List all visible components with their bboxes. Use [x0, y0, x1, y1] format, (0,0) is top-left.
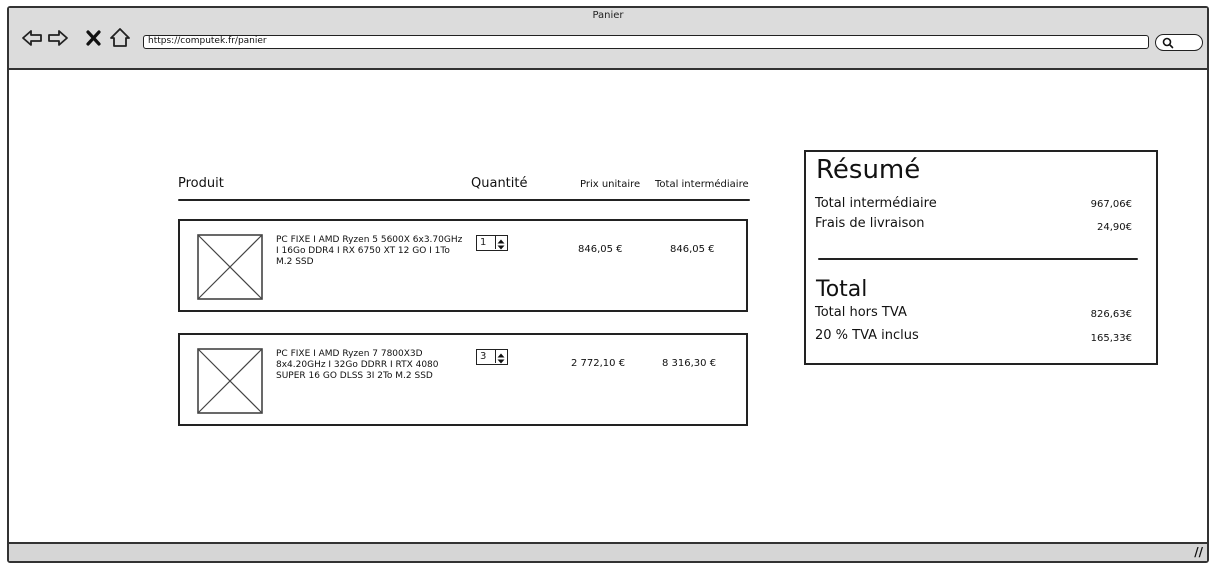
- column-header-product: Produit: [178, 176, 224, 191]
- quantity-value[interactable]: 1: [480, 237, 486, 249]
- back-arrow-icon[interactable]: [21, 27, 43, 49]
- product-image-placeholder: [197, 234, 263, 300]
- summary-heading: Résumé: [816, 155, 921, 185]
- cart-item: PC FIXE I AMD Ryzen 7 7800X3D 8x4.20GHz …: [178, 333, 748, 426]
- quantity-value[interactable]: 3: [480, 351, 486, 363]
- cart-item: PC FIXE I AMD Ryzen 5 5600X 6x3.70GHz I …: [178, 219, 748, 312]
- search-icon: [1162, 37, 1174, 49]
- product-name[interactable]: PC FIXE I AMD Ryzen 7 7800X3D 8x4.20GHz …: [276, 349, 466, 382]
- line-subtotal: 8 316,30 €: [662, 358, 717, 369]
- total-heading: Total: [816, 277, 868, 302]
- unit-price: 846,05 €: [578, 244, 623, 255]
- quantity-stepper[interactable]: 1: [476, 235, 508, 251]
- column-header-quantity: Quantité: [471, 176, 528, 191]
- search-button[interactable]: [1155, 34, 1203, 51]
- status-bar: //: [9, 542, 1207, 561]
- unit-price: 2 772,10 €: [571, 358, 626, 369]
- product-name[interactable]: PC FIXE I AMD Ryzen 5 5600X 6x3.70GHz I …: [276, 235, 466, 268]
- vat-label: 20 % TVA inclus: [815, 328, 919, 343]
- summary-subtotal-label: Total intermédiaire: [815, 196, 937, 211]
- home-icon[interactable]: [109, 27, 131, 49]
- header-divider: [178, 199, 750, 201]
- total-excl-vat-value: 826,63€: [1090, 309, 1132, 320]
- line-subtotal: 846,05 €: [670, 244, 715, 255]
- vat-value: 165,33€: [1090, 333, 1132, 344]
- summary-subtotal-value: 967,06€: [1090, 199, 1132, 210]
- summary-divider: [818, 258, 1138, 260]
- resize-grip-icon[interactable]: //: [1194, 545, 1203, 559]
- spinner-arrows-icon[interactable]: [495, 236, 507, 250]
- total-excl-vat-label: Total hors TVA: [815, 305, 907, 320]
- shipping-label: Frais de livraison: [815, 216, 925, 231]
- browser-window: Panier https://computek.fr/panier Produi…: [7, 6, 1209, 563]
- forward-arrow-icon[interactable]: [47, 27, 69, 49]
- shipping-value: 24,90€: [1097, 222, 1132, 233]
- quantity-stepper[interactable]: 3: [476, 349, 508, 365]
- address-bar[interactable]: https://computek.fr/panier: [143, 35, 1149, 49]
- order-summary-panel: Résumé Total intermédiaire 967,06€ Frais…: [804, 150, 1158, 365]
- title-bar: Panier https://computek.fr/panier: [9, 8, 1207, 70]
- spinner-arrows-icon[interactable]: [495, 350, 507, 364]
- product-image-placeholder: [197, 348, 263, 414]
- column-header-subtotal: Total intermédiaire: [655, 179, 749, 190]
- column-header-unit-price: Prix unitaire: [580, 179, 641, 190]
- close-icon[interactable]: [83, 27, 105, 49]
- window-title: Panier: [592, 10, 624, 21]
